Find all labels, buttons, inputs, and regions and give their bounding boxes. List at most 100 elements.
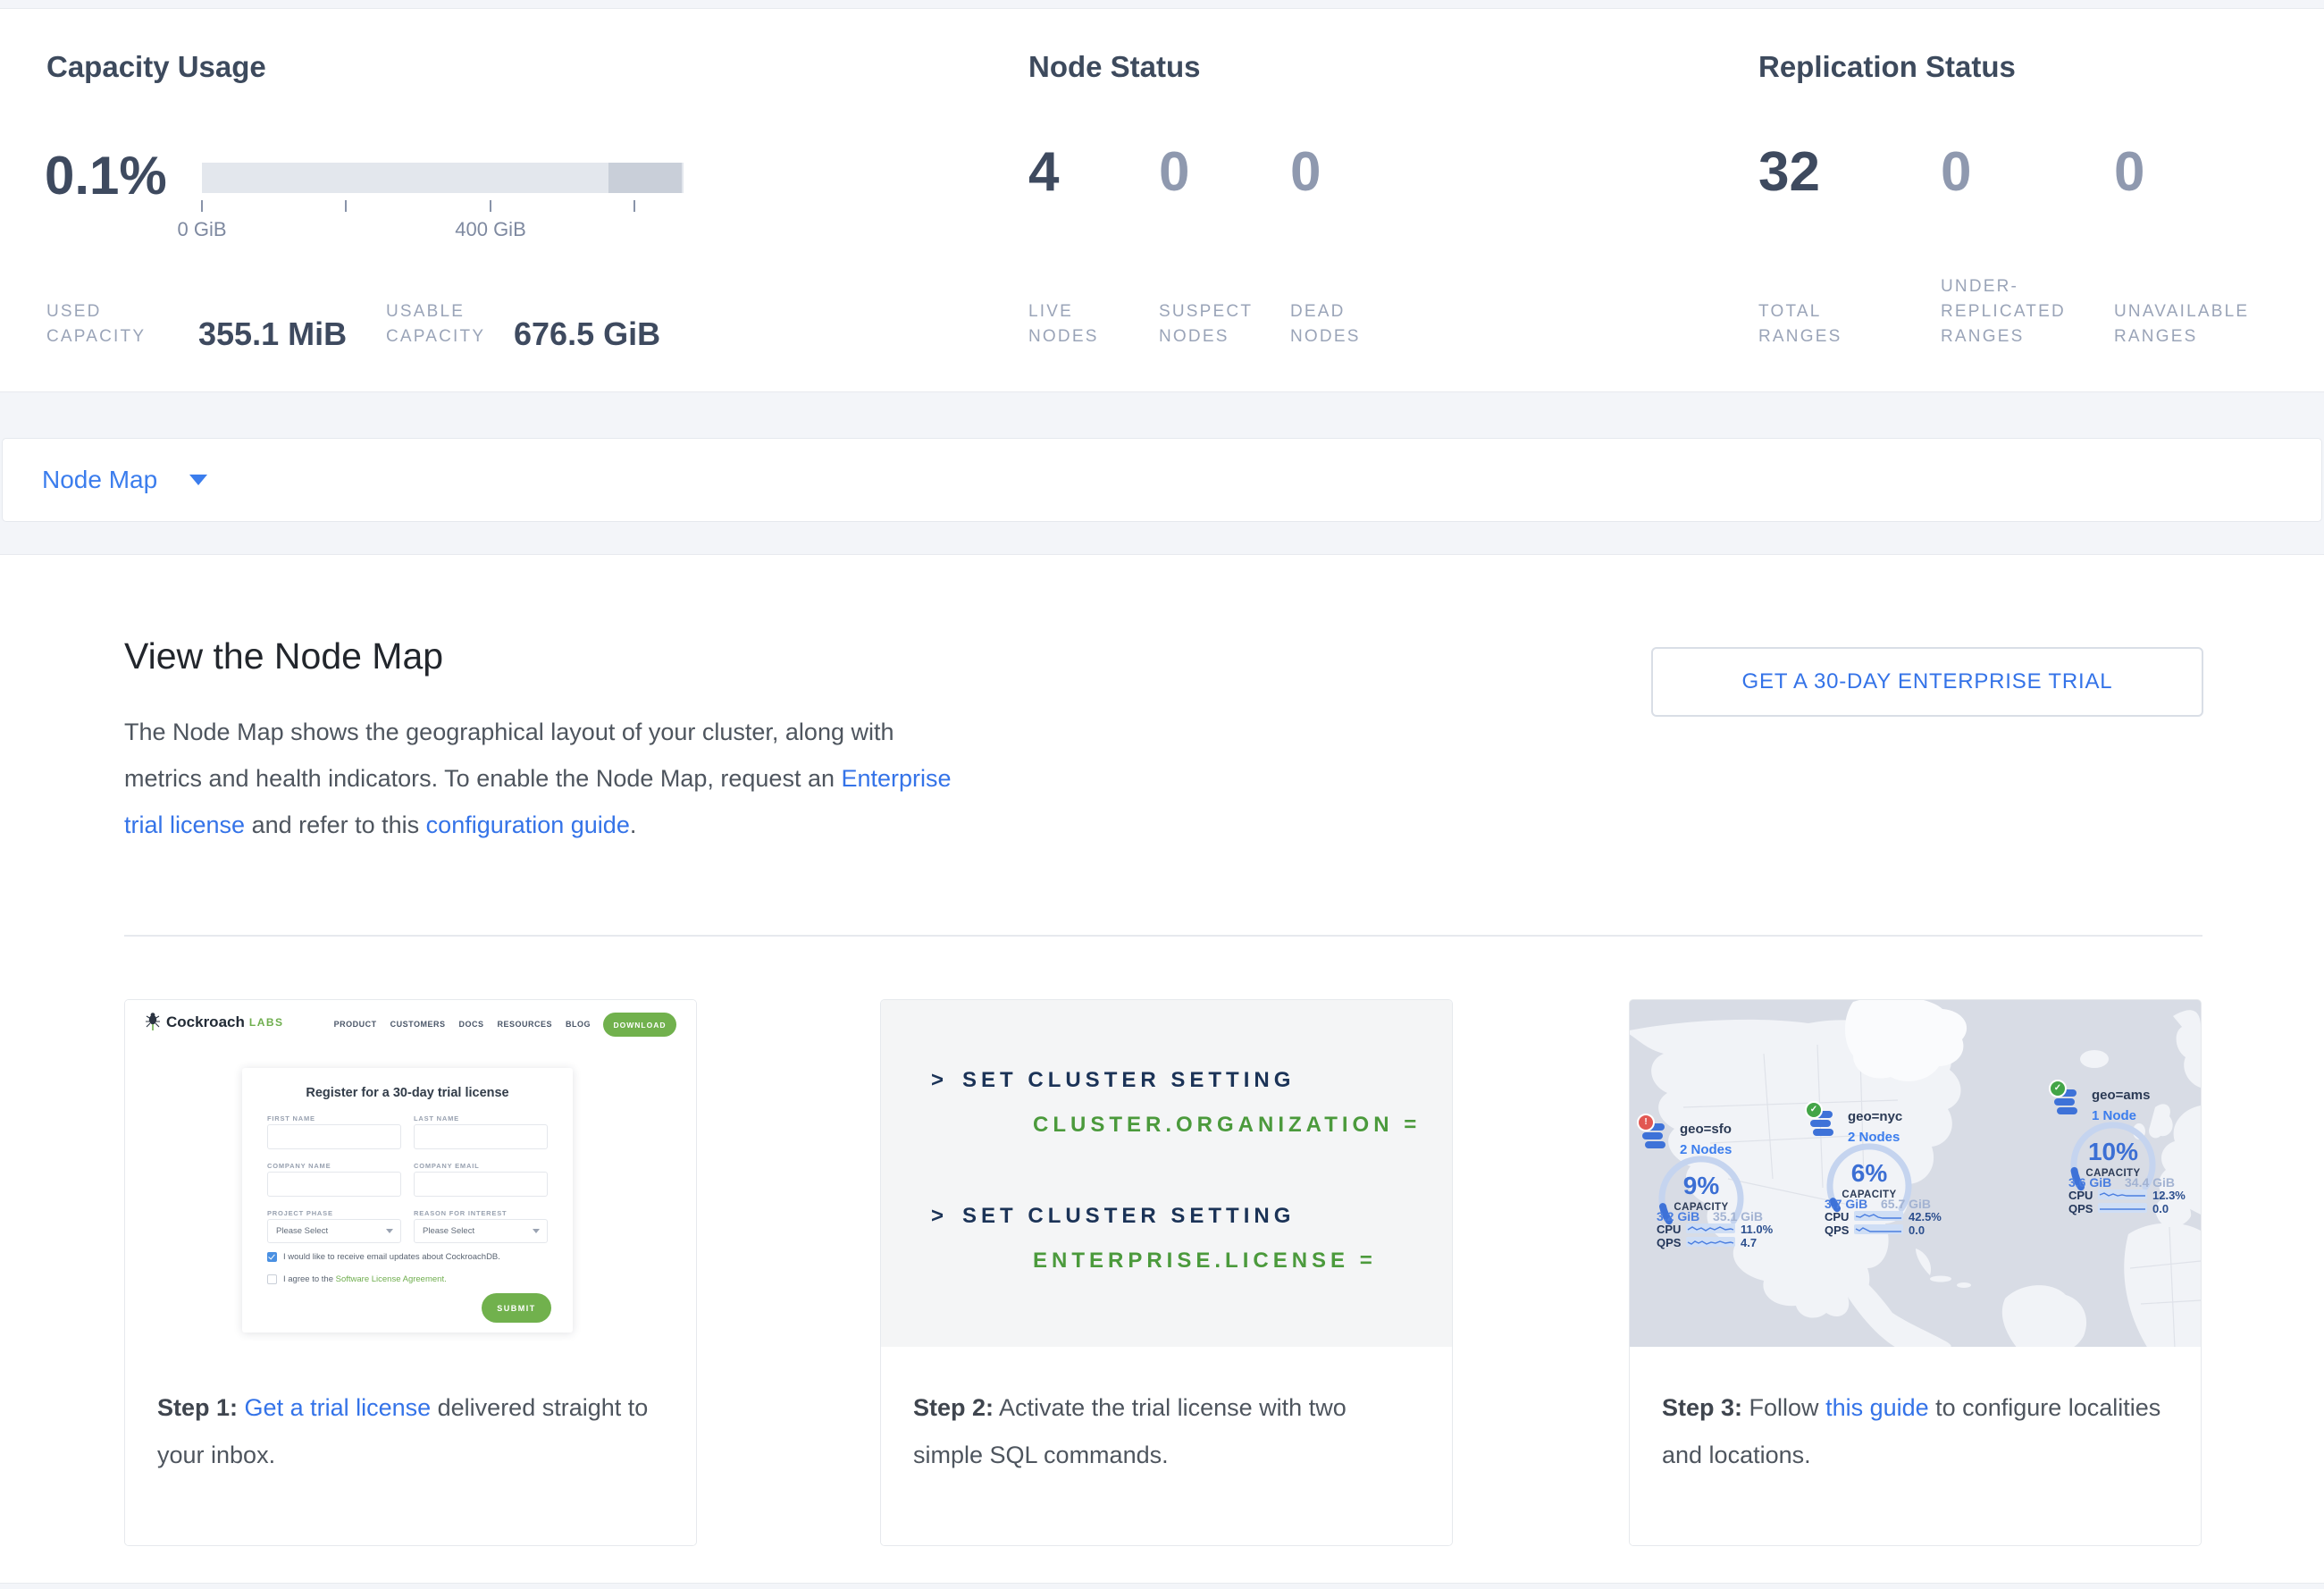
- nav-item: DOCS: [458, 1020, 483, 1029]
- sql-setting-name: ENTERPRISE.LICENSE =: [1033, 1248, 1377, 1274]
- qps-sparkline: [1854, 1224, 1903, 1234]
- qps-value: 4.7: [1741, 1236, 1757, 1249]
- last-name-input: [414, 1124, 548, 1149]
- qps-row: QPS 0.0: [1825, 1223, 1976, 1236]
- nav-item: RESOURCES: [497, 1020, 552, 1029]
- cpu-row: CPU 11.0%: [1657, 1223, 1808, 1235]
- map-locality-ams: ✓ geo=ams 1 Node 10% CAPACITY 3.6 GiB 34…: [2052, 1082, 2202, 1225]
- checkbox-checked-icon: [267, 1252, 277, 1262]
- node-map-dropdown-label: Node Map: [42, 466, 157, 494]
- cpu-value: 12.3%: [2152, 1189, 2186, 1202]
- configuration-guide-link[interactable]: configuration guide: [426, 811, 630, 838]
- capacity-percent: 6%: [1820, 1159, 1918, 1188]
- get-enterprise-trial-button[interactable]: GET A 30-DAY ENTERPRISE TRIAL: [1651, 647, 2203, 717]
- nav-item: PRODUCT: [334, 1020, 377, 1029]
- site-header: Cockroach LABS PRODUCT CUSTOMERS DOCS RE…: [145, 1013, 676, 1039]
- step3-text: Step 3: Follow this guide to configure l…: [1630, 1347, 2201, 1545]
- total-capacity: 65.7 GiB: [1881, 1197, 1931, 1211]
- cockroach-labs-logo: Cockroach LABS: [145, 1013, 284, 1032]
- suspect-nodes-value: 0: [1159, 143, 1189, 202]
- first-name-input: [267, 1124, 401, 1149]
- cpu-row: CPU 12.3%: [2068, 1189, 2202, 1201]
- unavailable-ranges-value: 0: [2114, 143, 2144, 202]
- brand-name: Cockroach: [166, 1013, 245, 1031]
- under-replicated-ranges-value: 0: [1941, 143, 1971, 202]
- total-capacity: 35.1 GiB: [1713, 1209, 1763, 1223]
- cpu-value: 11.0%: [1741, 1223, 1773, 1236]
- capacity-percent: 10%: [2064, 1138, 2162, 1166]
- qps-sparkline: [2098, 1203, 2147, 1213]
- used-capacity: 3.2 GiB: [1657, 1209, 1699, 1223]
- under-replicated-ranges-label: UNDER- REPLICATED RANGES: [1941, 274, 2066, 349]
- cockroach-bug-icon: [145, 1013, 161, 1032]
- cpu-sparkline: [1686, 1223, 1735, 1233]
- step3-card: ! geo=sfo 2 Nodes 9% CAPACITY 3.2 GiB 35…: [1629, 999, 2202, 1546]
- description-line: metrics and health indicators. To enable…: [124, 755, 952, 802]
- page-title: View the Node Map: [124, 635, 443, 677]
- enterprise-trial-license-link[interactable]: trial license: [124, 811, 245, 838]
- chevron-down-icon: [386, 1229, 393, 1233]
- chevron-down-icon: [189, 475, 207, 485]
- step1-text: Step 1: Get a trial license delivered st…: [125, 1347, 696, 1545]
- step2-card: > SET CLUSTER SETTING CLUSTER.ORGANIZATIO…: [880, 999, 1453, 1546]
- sql-commands-illustration: > SET CLUSTER SETTING CLUSTER.ORGANIZATIO…: [881, 1000, 1452, 1349]
- capacity-usage-title: Capacity Usage: [46, 50, 266, 84]
- section-divider: [124, 935, 2202, 937]
- form-title: Register for a 30-day trial license: [242, 1086, 573, 1100]
- site-nav: PRODUCT CUSTOMERS DOCS RESOURCES BLOG: [334, 1020, 591, 1029]
- nav-item: BLOG: [566, 1020, 591, 1029]
- capacity-percent: 0.1%: [45, 145, 167, 206]
- suspect-nodes-label: SUSPECT NODES: [1159, 299, 1253, 349]
- chevron-down-icon: [533, 1229, 540, 1233]
- sql-command: SET CLUSTER SETTING: [962, 1068, 1295, 1092]
- qps-row: QPS 4.7: [1657, 1236, 1808, 1248]
- description-line: The Node Map shows the geographical layo…: [124, 709, 952, 755]
- healthy-badge-icon: ✓: [2049, 1080, 2067, 1097]
- reason-for-interest-select: Please Select: [414, 1219, 548, 1243]
- step1-card: Cockroach LABS PRODUCT CUSTOMERS DOCS RE…: [124, 999, 697, 1546]
- total-ranges-value: 32: [1758, 143, 1820, 202]
- capacity-axis-label-start: 0 GiB: [139, 218, 264, 241]
- total-ranges-label: TOTAL RANGES: [1758, 299, 1842, 349]
- step-prefix: Step 3:: [1662, 1394, 1742, 1421]
- field-label: LAST NAME: [414, 1114, 459, 1122]
- sql-command-line: > SET CLUSTER SETTING: [931, 1204, 1295, 1229]
- live-nodes-label: LIVE NODES: [1028, 299, 1099, 349]
- capacity-bar-other-segment: [608, 163, 682, 193]
- enterprise-trial-license-link[interactable]: Enterprise: [842, 765, 952, 792]
- field-label: COMPANY EMAIL: [414, 1162, 479, 1170]
- total-capacity: 34.4 GiB: [2125, 1175, 2175, 1190]
- license-agreement-checkbox-row: I agree to the Software License Agreemen…: [267, 1274, 447, 1284]
- field-label: PROJECT PHASE: [267, 1209, 333, 1217]
- cpu-label: CPU: [1657, 1223, 1681, 1236]
- email-updates-checkbox-row: I would like to receive email updates ab…: [267, 1252, 500, 1262]
- cpu-value: 42.5%: [1909, 1210, 1942, 1223]
- step2-text: Step 2: Activate the trial license with …: [881, 1347, 1452, 1545]
- sql-command: SET CLUSTER SETTING: [962, 1204, 1295, 1228]
- checkbox-empty-icon: [267, 1274, 277, 1284]
- company-email-input: [414, 1172, 548, 1197]
- brand-suffix: LABS: [249, 1016, 284, 1029]
- node-map-preview: ! geo=sfo 2 Nodes 9% CAPACITY 3.2 GiB 35…: [1630, 1000, 2201, 1349]
- get-trial-license-link[interactable]: Get a trial license: [245, 1394, 432, 1421]
- sql-prompt: >: [931, 1204, 948, 1228]
- select-value: Please Select: [423, 1226, 474, 1236]
- capacity-percent: 9%: [1652, 1172, 1750, 1200]
- node-map-onboarding-panel: View the Node Map The Node Map shows the…: [0, 554, 2324, 1584]
- sql-setting-name: CLUSTER.ORGANIZATION =: [1033, 1113, 1421, 1138]
- node-map-dropdown[interactable]: Node Map: [2, 438, 2322, 522]
- sql-prompt: >: [931, 1068, 948, 1092]
- healthy-badge-icon: ✓: [1805, 1101, 1823, 1119]
- used-capacity: 3.7 GiB: [1825, 1197, 1867, 1211]
- axis-tick: [633, 200, 635, 212]
- capacity-values: 3.7 GiB 65.7 GiB: [1825, 1197, 1967, 1211]
- replication-status-title: Replication Status: [1758, 50, 2016, 84]
- this-guide-link[interactable]: this guide: [1825, 1394, 1929, 1421]
- field-label: REASON FOR INTEREST: [414, 1209, 507, 1217]
- dead-nodes-value: 0: [1290, 143, 1321, 202]
- used-capacity: 3.6 GiB: [2068, 1175, 2111, 1190]
- description-text: .: [630, 811, 637, 838]
- axis-tick: [345, 200, 347, 212]
- dead-nodes-label: DEAD NODES: [1290, 299, 1361, 349]
- nav-item: CUSTOMERS: [390, 1020, 446, 1029]
